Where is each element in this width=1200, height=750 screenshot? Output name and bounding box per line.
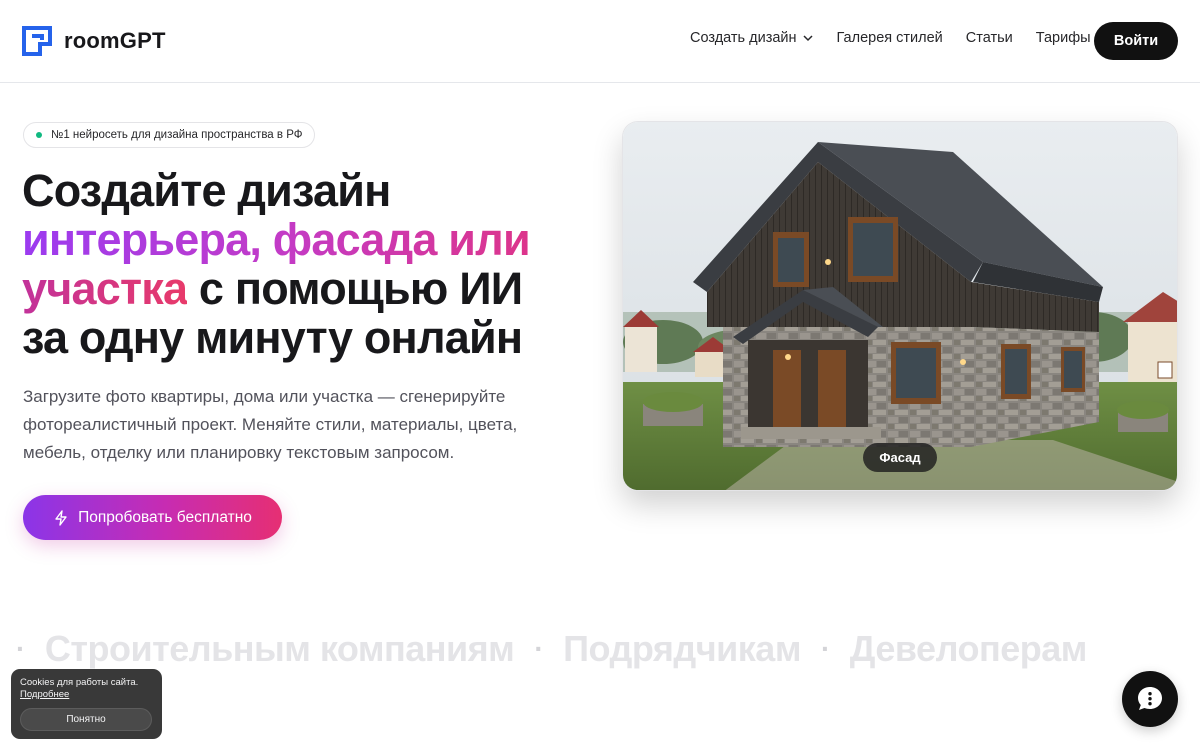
lightning-icon — [55, 509, 67, 526]
nav-item-articles[interactable]: Статьи — [966, 30, 1013, 46]
separator-dot: · — [534, 633, 544, 664]
try-free-button[interactable]: Попробовать бесплатно — [23, 495, 282, 540]
nav-item-style-gallery[interactable]: Галерея стилей — [837, 30, 943, 46]
chat-button[interactable] — [1122, 671, 1178, 727]
hero-description: Загрузите фото квартиры, дома или участк… — [23, 383, 563, 467]
cookie-banner: Cookies для работы сайта. Подробнее Поня… — [11, 669, 162, 739]
image-category-tag: Фасад — [863, 443, 937, 472]
separator-dot: · — [820, 633, 830, 664]
cookie-text: Cookies для работы сайта. — [20, 677, 139, 688]
login-button[interactable]: Войти — [1094, 22, 1178, 60]
status-dot-icon — [36, 132, 42, 138]
description-line: Загрузите фото квартиры, дома или участк… — [23, 387, 506, 406]
chevron-down-icon — [802, 35, 813, 42]
headline-line-3: участка с помощью ИИ — [22, 264, 582, 313]
nav-item-pricing[interactable]: Тарифы — [1036, 30, 1091, 46]
nav-item-label: Создать дизайн — [690, 30, 797, 46]
headline-line-1: Создайте дизайн — [22, 165, 391, 216]
chat-icon — [1138, 687, 1162, 710]
description-line: фотореалистичный проект. Меняйте стили, … — [23, 415, 518, 434]
description-line: мебель, отделку или планировку текстовым… — [23, 443, 455, 462]
site-header: roomGPT Создать дизайн Галерея стилей Ст… — [0, 0, 1200, 83]
cta-label: Попробовать бесплатно — [78, 508, 252, 526]
hero-headline: Создайте дизайн интерьера, фасада или уч… — [22, 166, 582, 362]
cookie-more-link[interactable]: Подробнее — [20, 689, 153, 701]
nav-item-label: Тарифы — [1035, 30, 1091, 46]
nav-item-label: Статьи — [965, 30, 1013, 46]
hero-image — [622, 121, 1178, 491]
logo-icon — [22, 26, 52, 56]
nav-item-label: Галерея стилей — [836, 30, 943, 46]
badge-text: №1 нейросеть для дизайна пространства в … — [51, 129, 303, 141]
headline-gradient-word: участка — [22, 263, 188, 314]
hero-badge: №1 нейросеть для дизайна пространства в … — [23, 122, 316, 148]
marquee-item: Строительным компаниям — [44, 628, 515, 669]
headline-line-3-rest: с помощью ИИ — [187, 263, 523, 314]
nav-item-create-design[interactable]: Создать дизайн — [690, 30, 814, 46]
logo[interactable]: roomGPT — [22, 26, 166, 56]
audience-marquee: · Строительным компаниям · Подрядчикам ·… — [0, 628, 1200, 678]
main-nav: Создать дизайн Галерея стилей Статьи Тар… — [690, 30, 1091, 46]
marquee-item: Девелоперам — [849, 628, 1088, 669]
logo-text: roomGPT — [64, 28, 166, 53]
headline-line-2: интерьера, фасада или — [22, 215, 582, 264]
marquee-item: Подрядчикам — [563, 628, 801, 669]
separator-dot: · — [16, 633, 25, 664]
cookie-accept-button[interactable]: Понятно — [20, 708, 152, 731]
house-facade-image — [623, 122, 1177, 490]
headline-line-4: за одну минуту онлайн — [22, 312, 523, 363]
